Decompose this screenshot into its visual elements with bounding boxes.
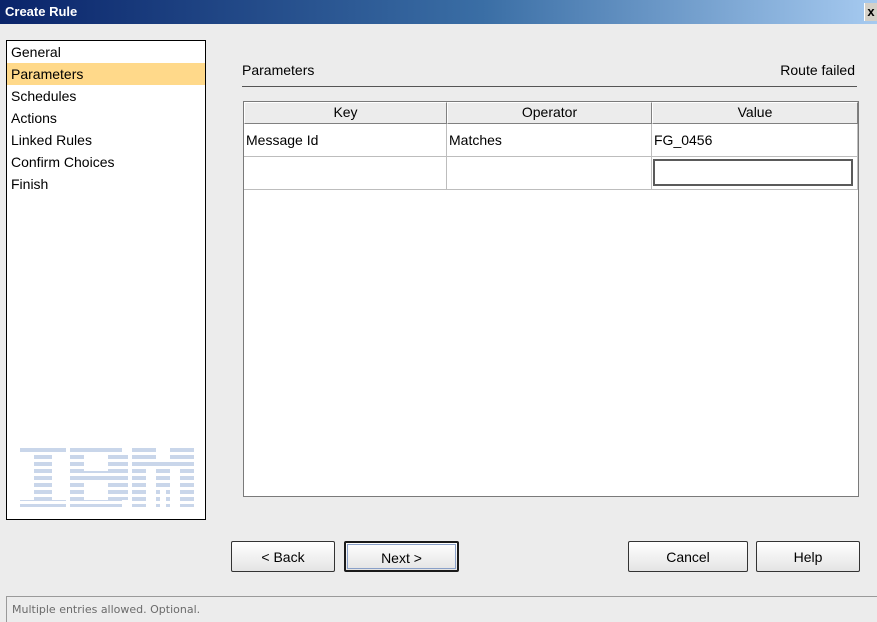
- nav-item-confirm-choices[interactable]: Confirm Choices: [7, 151, 205, 173]
- table-row[interactable]: Message Id Matches FG_0456: [244, 124, 858, 157]
- back-button[interactable]: < Back: [231, 541, 335, 572]
- value-cell[interactable]: FG_0456: [652, 124, 858, 157]
- nav-item-actions[interactable]: Actions: [7, 107, 205, 129]
- section-title: Parameters: [242, 62, 315, 78]
- column-header-key[interactable]: Key: [244, 102, 447, 124]
- column-header-value[interactable]: Value: [652, 102, 858, 124]
- help-button[interactable]: Help: [756, 541, 860, 572]
- status-message: Route failed: [780, 62, 855, 78]
- parameters-table: Key Operator Value Message Id Matches FG…: [243, 101, 859, 497]
- window-title: Create Rule: [5, 4, 78, 19]
- value-cell[interactable]: [652, 157, 858, 190]
- wizard-step-list: General Parameters Schedules Actions Lin…: [6, 40, 206, 520]
- nav-item-schedules[interactable]: Schedules: [7, 85, 205, 107]
- status-bar-text: Multiple entries allowed. Optional.: [12, 603, 201, 616]
- status-bar: Multiple entries allowed. Optional.: [6, 596, 877, 622]
- operator-cell[interactable]: Matches: [447, 124, 652, 157]
- next-button[interactable]: Next >: [344, 541, 459, 572]
- nav-item-general[interactable]: General: [7, 41, 205, 63]
- key-cell[interactable]: Message Id: [244, 124, 447, 157]
- value-edit-field[interactable]: [653, 159, 853, 186]
- close-button[interactable]: x: [864, 3, 877, 21]
- column-header-operator[interactable]: Operator: [447, 102, 652, 124]
- cancel-button[interactable]: Cancel: [628, 541, 748, 572]
- nav-item-linked-rules[interactable]: Linked Rules: [7, 129, 205, 151]
- key-cell[interactable]: [244, 157, 447, 190]
- title-bar: Create Rule x: [0, 0, 877, 24]
- nav-item-finish[interactable]: Finish: [7, 173, 205, 195]
- table-header: Key Operator Value: [244, 102, 858, 124]
- ibm-logo: [20, 445, 194, 507]
- table-row[interactable]: [244, 157, 858, 190]
- divider: [242, 86, 857, 87]
- operator-cell[interactable]: [447, 157, 652, 190]
- nav-item-parameters[interactable]: Parameters: [7, 63, 205, 85]
